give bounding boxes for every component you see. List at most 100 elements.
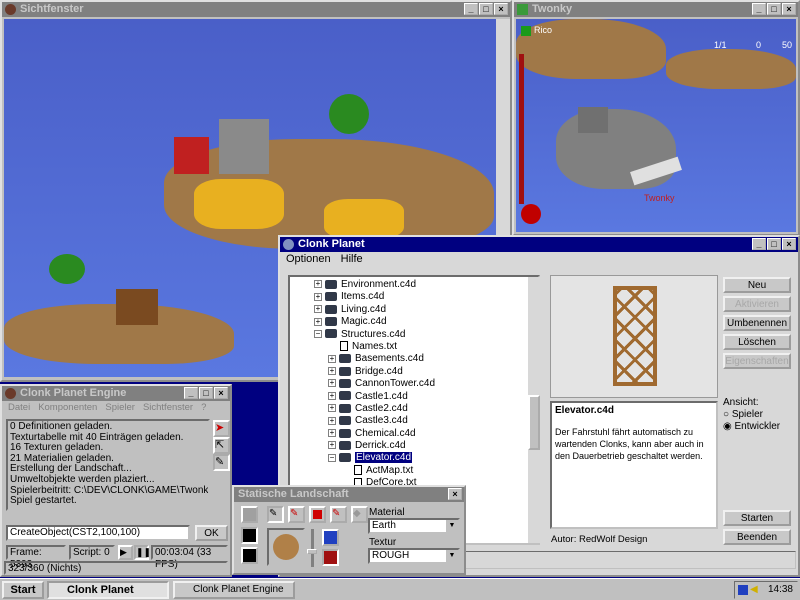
pointer-tool[interactable]: ➤	[213, 420, 230, 437]
expand-icon[interactable]: +	[314, 280, 322, 289]
player-viewport[interactable]: Twonky Rico 1/1 0 50	[516, 19, 796, 232]
close-button[interactable]: ×	[448, 488, 462, 500]
chevron-down-icon[interactable]: ▼	[446, 550, 458, 562]
draw-tool[interactable]: ✎	[213, 454, 230, 471]
properties-button[interactable]: Eigenschaften	[723, 353, 791, 369]
tree-item[interactable]: Names.txt	[314, 341, 538, 353]
brush-size-slider[interactable]	[307, 529, 317, 567]
close-button[interactable]: ×	[214, 387, 228, 399]
tree-item-label: Living.c4d	[341, 303, 387, 315]
fill-tool[interactable]: ✎	[330, 506, 347, 523]
command-input[interactable]: CreateObject(CST2,100,100)	[6, 525, 190, 541]
minimize-button[interactable]: _	[464, 3, 478, 15]
close-button[interactable]: ×	[782, 3, 796, 15]
menu-spieler[interactable]: Spieler	[105, 401, 135, 415]
task-clonk-planet[interactable]: Clonk Planet	[47, 581, 169, 599]
tree-item[interactable]: + Castle1.c4d	[314, 391, 538, 403]
texture-label: Textur	[369, 537, 397, 548]
viewport-titlebar[interactable]: Sichtfenster _ □ ×	[2, 2, 510, 17]
expand-icon[interactable]: +	[328, 429, 336, 438]
scroll-thumb[interactable]	[528, 395, 540, 450]
expand-icon[interactable]: +	[328, 379, 336, 388]
activate-button[interactable]: Aktivieren	[723, 296, 791, 312]
expand-icon[interactable]: +	[328, 416, 336, 425]
expand-icon[interactable]: +	[314, 305, 322, 314]
tree-item[interactable]: + Magic.c4d	[314, 316, 538, 328]
line-tool[interactable]: ✎	[288, 506, 305, 523]
tree-item[interactable]: + Chemical.c4d	[314, 428, 538, 440]
player-titlebar[interactable]: Twonky _ □ ×	[514, 2, 798, 17]
tree-item-label: Castle2.c4d	[355, 402, 408, 414]
tree-item[interactable]: + Items.c4d	[314, 291, 538, 303]
static-mode-button[interactable]	[241, 527, 258, 544]
dynamic-mode-button[interactable]	[241, 506, 258, 523]
expand-icon[interactable]: +	[328, 354, 336, 363]
tree-item[interactable]: + Derrick.c4d	[314, 440, 538, 452]
tree-item[interactable]: + Basements.c4d	[314, 353, 538, 365]
collapse-icon[interactable]: −	[328, 453, 336, 462]
close-button[interactable]: ×	[782, 238, 796, 250]
exact-mode-button[interactable]	[241, 547, 258, 564]
network-icon[interactable]	[738, 585, 748, 595]
menu-komponenten[interactable]: Komponenten	[38, 401, 97, 415]
engine-titlebar[interactable]: Clonk Planet Engine _ □ ×	[2, 386, 230, 401]
maximize-button[interactable]: □	[767, 3, 781, 15]
collapse-icon[interactable]: −	[314, 329, 322, 338]
tree-item[interactable]: + Castle2.c4d	[314, 403, 538, 415]
new-button[interactable]: Neu	[723, 277, 791, 293]
tree-item[interactable]: − Elevator.c4d	[314, 452, 538, 464]
author-label: Autor: RedWolf Design	[551, 534, 648, 545]
ift-off-button[interactable]	[322, 549, 339, 566]
rect-tool[interactable]	[309, 506, 326, 523]
minimize-button[interactable]: _	[752, 3, 766, 15]
tree-scrollbar[interactable]	[528, 277, 540, 543]
brush-tool[interactable]: ✎	[267, 506, 284, 523]
radio-label: Entwickler	[734, 421, 781, 432]
radio-entwickler[interactable]: ◉ Entwickler	[723, 421, 780, 432]
expand-icon[interactable]: +	[328, 367, 336, 376]
menu-datei[interactable]: Datei	[8, 401, 30, 415]
minimize-button[interactable]: _	[184, 387, 198, 399]
start-button[interactable]: Start	[2, 581, 44, 599]
menu-help[interactable]: ?	[201, 401, 206, 415]
maximize-button[interactable]: □	[199, 387, 213, 399]
task-clonk-planet-engine[interactable]: Clonk Planet Engine	[173, 581, 295, 599]
start-button[interactable]: Starten	[723, 510, 791, 526]
delete-button[interactable]: Löschen	[723, 334, 791, 350]
tree-item[interactable]: + Living.c4d	[314, 304, 538, 316]
tree-item[interactable]: ActMap.txt	[314, 465, 538, 477]
play-button[interactable]: ▶	[118, 545, 133, 560]
expand-icon[interactable]: +	[328, 441, 336, 450]
landscape-titlebar[interactable]: Statische Landschaft ×	[234, 487, 464, 502]
material-select[interactable]: Earth ▼	[368, 518, 460, 534]
maximize-button[interactable]: □	[767, 238, 781, 250]
menu-sichtfenster[interactable]: Sichtfenster	[143, 401, 193, 415]
expand-icon[interactable]: +	[314, 317, 322, 326]
expand-icon[interactable]: +	[328, 391, 336, 400]
maximize-button[interactable]: □	[479, 3, 493, 15]
planet-titlebar[interactable]: Clonk Planet _ □ ×	[280, 237, 798, 252]
tree-item[interactable]: + CannonTower.c4d	[314, 378, 538, 390]
tree-item[interactable]: + Bridge.c4d	[314, 366, 538, 378]
texture-select[interactable]: ROUGH ▼	[368, 548, 460, 564]
tree-item[interactable]: + Castle3.c4d	[314, 415, 538, 427]
expand-icon[interactable]: +	[314, 292, 322, 301]
quit-button[interactable]: Beenden	[723, 529, 791, 545]
tree-item[interactable]: − Structures.c4d	[314, 329, 538, 341]
menu-hilfe[interactable]: Hilfe	[341, 252, 363, 266]
minimize-button[interactable]: _	[752, 238, 766, 250]
text-file-icon	[340, 341, 348, 352]
expand-icon[interactable]: +	[328, 404, 336, 413]
menu-optionen[interactable]: Optionen	[286, 252, 331, 266]
eyedropper-tool[interactable]: ◆	[351, 506, 368, 523]
chevron-down-icon[interactable]: ▼	[446, 520, 458, 532]
ift-button[interactable]	[322, 529, 339, 546]
volume-icon[interactable]: ◀	[750, 582, 758, 598]
tree-item[interactable]: + Environment.c4d	[314, 279, 538, 291]
radio-spieler[interactable]: ○ Spieler	[723, 409, 763, 420]
select-tool[interactable]: ⇱	[213, 437, 230, 454]
ok-button[interactable]: OK	[195, 525, 228, 541]
pause-button[interactable]: ❚❚	[134, 545, 151, 560]
close-button[interactable]: ×	[494, 3, 508, 15]
rename-button[interactable]: Umbenennen	[723, 315, 791, 331]
